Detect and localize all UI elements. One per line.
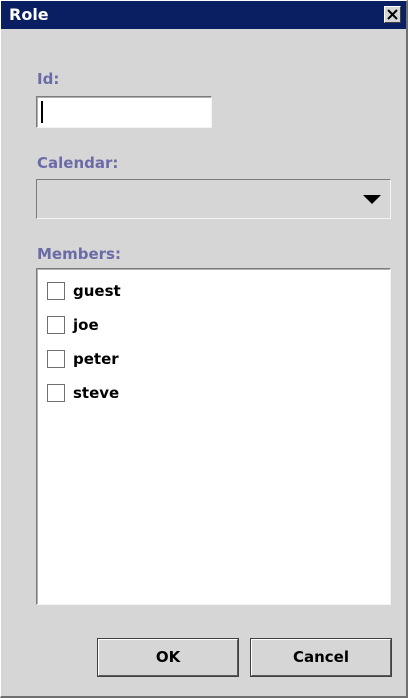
ok-button[interactable]: OK [97,638,239,677]
member-item-peter[interactable]: peter [44,347,344,373]
close-icon [387,9,398,20]
calendar-select[interactable] [36,179,391,219]
title-bar[interactable]: Role [1,1,406,29]
id-label: Id: [37,70,60,88]
role-dialog: Role Id: Calendar: Members: guest joe pe… [0,0,408,698]
member-checkbox[interactable] [47,350,65,368]
member-checkbox[interactable] [47,282,65,300]
members-list[interactable]: guest joe peter steve [36,268,391,605]
text-caret [41,101,43,123]
member-label: joe [73,316,99,334]
member-item-steve[interactable]: steve [44,381,344,407]
member-item-guest[interactable]: guest [44,279,344,305]
members-label: Members: [37,245,121,263]
member-label: peter [73,350,119,368]
member-checkbox[interactable] [47,384,65,402]
member-item-joe[interactable]: joe [44,313,344,339]
member-label: steve [73,384,120,402]
calendar-label: Calendar: [37,154,119,172]
id-field[interactable] [36,96,212,128]
window-title: Role [9,5,49,24]
member-checkbox[interactable] [47,316,65,334]
cancel-button[interactable]: Cancel [250,638,392,677]
chevron-down-icon [363,195,381,204]
close-button[interactable] [384,6,401,23]
member-label: guest [73,282,121,300]
